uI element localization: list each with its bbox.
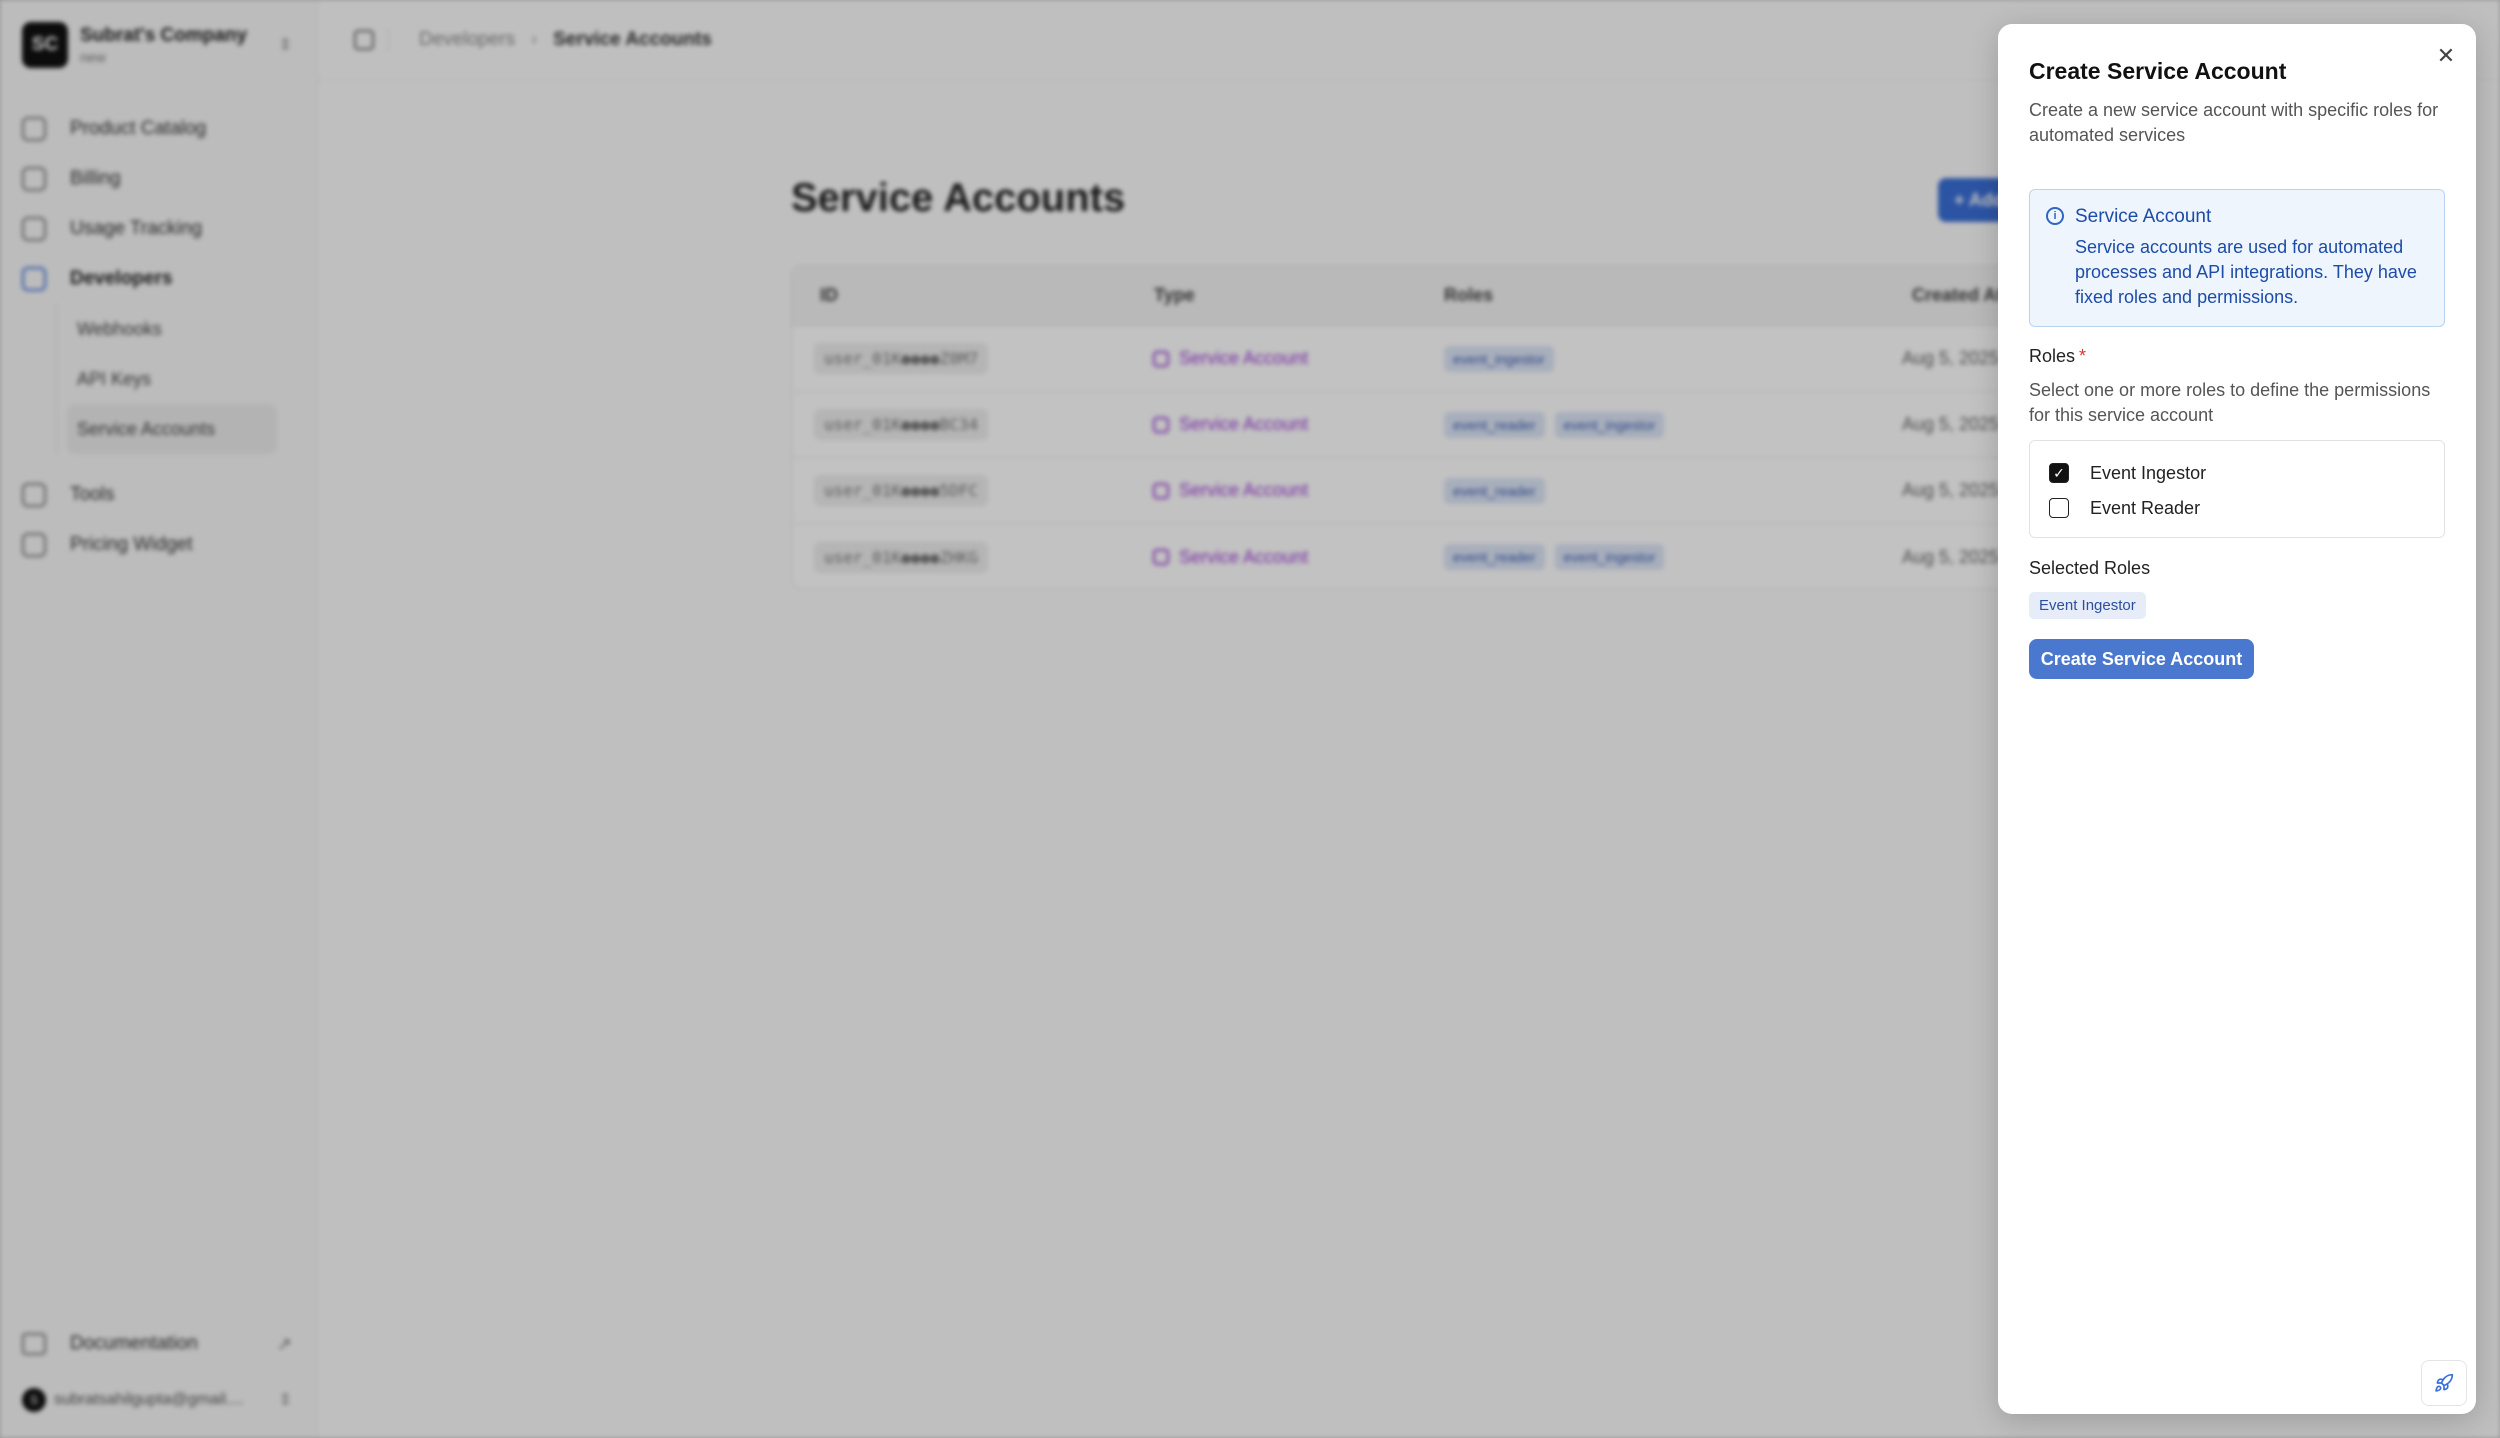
create-service-account-button[interactable]: Create Service Account (2029, 639, 2254, 679)
selected-roles-label: Selected Roles (2029, 558, 2151, 578)
required-mark: * (2079, 346, 2087, 366)
checkbox-unchecked-icon[interactable] (2049, 498, 2069, 518)
role-option-event-reader[interactable]: Event Reader (2049, 496, 2200, 520)
rocket-icon (2435, 1373, 2454, 1392)
role-option-label: Event Reader (2090, 497, 2201, 518)
roles-checkbox-group: ✓ Event Ingestor Event Reader (2029, 440, 2445, 538)
info-icon: i (2046, 207, 2064, 225)
role-option-label: Event Ingestor (2090, 462, 2207, 483)
checkbox-checked-icon[interactable]: ✓ (2049, 463, 2069, 483)
roles-help-text: Select one or more roles to define the p… (2029, 380, 2431, 425)
close-icon[interactable]: ✕ (2432, 42, 2460, 70)
sheet-description: Create a new service account with specif… (2029, 100, 2439, 145)
info-callout: i Service Account Service accounts are u… (2029, 189, 2445, 327)
rocket-button[interactable] (2421, 1360, 2467, 1406)
create-service-account-sheet: ✕ Create Service Account Create a new se… (1998, 24, 2476, 1414)
info-title: Service Account (2075, 206, 2212, 227)
role-option-event-ingestor[interactable]: ✓ Event Ingestor (2049, 461, 2206, 485)
info-text: Service accounts are used for automated … (2075, 237, 2417, 307)
roles-label-text: Roles (2029, 346, 2076, 366)
selected-role-badge: Event Ingestor (2029, 592, 2146, 619)
roles-label: Roles * (2029, 346, 2086, 367)
sheet-title: Create Service Account (2029, 58, 2287, 84)
